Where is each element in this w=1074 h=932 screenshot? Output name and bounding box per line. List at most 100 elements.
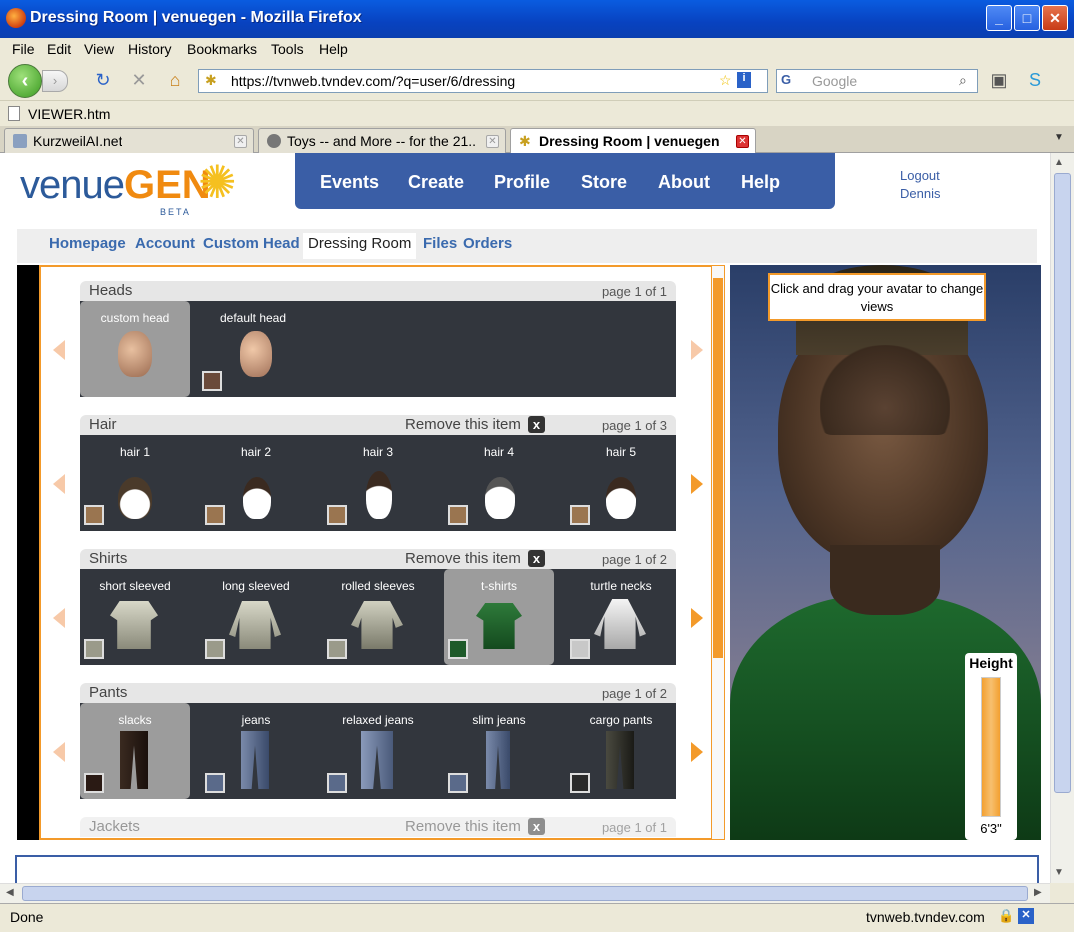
menu-file[interactable]: File xyxy=(12,41,35,57)
username-link[interactable]: Dennis xyxy=(900,185,940,203)
nav-profile[interactable]: Profile xyxy=(494,172,550,193)
remove-item-icon[interactable]: x xyxy=(528,818,545,835)
item-hair-4[interactable]: hair 4 xyxy=(444,435,554,531)
google-icon[interactable]: G xyxy=(781,72,791,87)
item-custom-head[interactable]: custom head xyxy=(80,301,190,397)
vertical-scrollbar[interactable]: ▲ ▼ xyxy=(1050,153,1074,883)
nav-store[interactable]: Store xyxy=(581,172,627,193)
reload-icon[interactable]: ↻ xyxy=(92,70,114,91)
item-hair-2[interactable]: hair 2 xyxy=(201,435,311,531)
item-slim-jeans[interactable]: slim jeans xyxy=(444,703,554,799)
search-icon[interactable]: ⌕ xyxy=(959,72,967,89)
heads-next-arrow-icon[interactable] xyxy=(691,340,703,360)
height-slider[interactable] xyxy=(981,677,1001,817)
bookmark-viewer[interactable]: VIEWER.htm xyxy=(28,106,110,122)
close-button[interactable]: ✕ xyxy=(1042,5,1068,31)
color-swatch[interactable] xyxy=(570,639,590,659)
color-swatch[interactable] xyxy=(205,505,225,525)
menu-view[interactable]: View xyxy=(84,41,114,57)
vertical-scroll-thumb[interactable] xyxy=(1054,173,1071,793)
color-swatch[interactable] xyxy=(448,639,468,659)
item-hair-3[interactable]: hair 3 xyxy=(323,435,433,531)
nav-events[interactable]: Events xyxy=(320,172,379,193)
color-swatch[interactable] xyxy=(205,773,225,793)
bookmark-star-icon[interactable]: ☆ xyxy=(719,72,732,89)
search-field[interactable]: G Google ⌕ xyxy=(776,69,978,93)
remove-item-link[interactable]: Remove this item xyxy=(405,416,521,433)
tab-close-icon[interactable]: ✕ xyxy=(234,135,247,148)
menu-bookmarks[interactable]: Bookmarks xyxy=(187,41,257,57)
tab-dressing-room[interactable]: ✱ Dressing Room | venuegen ✕ xyxy=(510,128,756,154)
remove-item-icon[interactable]: x xyxy=(528,550,545,567)
color-swatch[interactable] xyxy=(205,639,225,659)
subnav-homepage[interactable]: Homepage xyxy=(44,233,131,254)
maximize-button[interactable]: □ xyxy=(1014,5,1040,31)
avatar-viewer[interactable]: Click and drag your avatar to change vie… xyxy=(730,265,1041,840)
horizontal-scrollbar[interactable]: ◀ ▶ xyxy=(0,883,1050,903)
addon-icon[interactable]: ✕ xyxy=(1018,908,1034,924)
scrollbar-thumb[interactable] xyxy=(713,278,723,658)
url-bar[interactable]: ✱ https://tvnweb.tvndev.com/?q=user/6/dr… xyxy=(198,69,768,93)
color-swatch[interactable] xyxy=(570,773,590,793)
skype-icon[interactable]: S xyxy=(1024,70,1046,91)
item-t-shirts[interactable]: t-shirts xyxy=(444,569,554,665)
menu-edit[interactable]: Edit xyxy=(47,41,71,57)
item-short-sleeved[interactable]: short sleeved xyxy=(80,569,190,665)
menu-history[interactable]: History xyxy=(128,41,172,57)
shirts-next-arrow-icon[interactable] xyxy=(691,608,703,628)
menu-help[interactable]: Help xyxy=(319,41,348,57)
nav-about[interactable]: About xyxy=(658,172,710,193)
color-swatch[interactable] xyxy=(84,639,104,659)
minimize-button[interactable]: _ xyxy=(986,5,1012,31)
scroll-right-icon[interactable]: ▶ xyxy=(1034,887,1042,898)
color-swatch[interactable] xyxy=(327,505,347,525)
item-relaxed-jeans[interactable]: relaxed jeans xyxy=(323,703,433,799)
color-swatch[interactable] xyxy=(327,773,347,793)
stop-icon[interactable]: ✕ xyxy=(128,70,150,91)
lock-icon[interactable]: 🔒 xyxy=(998,908,1014,924)
item-turtle-necks[interactable]: turtle necks xyxy=(566,569,676,665)
heads-prev-arrow-icon[interactable] xyxy=(53,340,65,360)
subnav-account[interactable]: Account xyxy=(130,233,200,254)
color-swatch[interactable] xyxy=(84,505,104,525)
remove-item-icon[interactable]: x xyxy=(528,416,545,433)
forward-button[interactable]: › xyxy=(42,70,68,92)
tab-list-icon[interactable]: ▼ xyxy=(1054,132,1064,143)
horizontal-scroll-thumb[interactable] xyxy=(22,886,1028,901)
menu-tools[interactable]: Tools xyxy=(271,41,304,57)
subnav-custom-head[interactable]: Custom Head xyxy=(198,233,305,254)
item-jeans[interactable]: jeans xyxy=(201,703,311,799)
color-swatch[interactable] xyxy=(570,505,590,525)
remove-item-link[interactable]: Remove this item xyxy=(405,550,521,567)
scroll-left-icon[interactable]: ◀ xyxy=(6,887,14,898)
item-long-sleeved[interactable]: long sleeved xyxy=(201,569,311,665)
item-cargo-pants[interactable]: cargo pants xyxy=(566,703,676,799)
subnav-files[interactable]: Files xyxy=(418,233,462,254)
item-hair-1[interactable]: hair 1 xyxy=(80,435,190,531)
item-hair-5[interactable]: hair 5 xyxy=(566,435,676,531)
scroll-down-icon[interactable]: ▼ xyxy=(1054,867,1064,878)
tab-close-icon[interactable]: ✕ xyxy=(736,135,749,148)
item-slacks[interactable]: slacks xyxy=(80,703,190,799)
shirts-prev-arrow-icon[interactable] xyxy=(53,608,65,628)
pants-next-arrow-icon[interactable] xyxy=(691,742,703,762)
color-swatch[interactable] xyxy=(202,371,222,391)
venuegen-logo[interactable]: venueGEN ✺ BETA xyxy=(20,159,237,217)
hair-next-arrow-icon[interactable] xyxy=(691,474,703,494)
color-swatch[interactable] xyxy=(327,639,347,659)
logout-link[interactable]: Logout xyxy=(900,167,940,185)
item-default-head[interactable]: default head xyxy=(198,301,308,397)
tab-toys[interactable]: Toys -- and More -- for the 21... ✕ xyxy=(258,128,506,153)
hair-prev-arrow-icon[interactable] xyxy=(53,474,65,494)
back-button[interactable]: ‹ xyxy=(8,64,42,98)
home-icon[interactable]: ⌂ xyxy=(164,70,186,91)
color-swatch[interactable] xyxy=(448,773,468,793)
color-swatch[interactable] xyxy=(84,773,104,793)
nav-help[interactable]: Help xyxy=(741,172,780,193)
info-icon[interactable]: i xyxy=(737,72,751,88)
pants-prev-arrow-icon[interactable] xyxy=(53,742,65,762)
subnav-dressing-room[interactable]: Dressing Room xyxy=(303,233,417,259)
subnav-orders[interactable]: Orders xyxy=(458,233,517,254)
scroll-up-icon[interactable]: ▲ xyxy=(1054,157,1064,168)
tab-kurzweil[interactable]: KurzweilAI.net ✕ xyxy=(4,128,254,153)
